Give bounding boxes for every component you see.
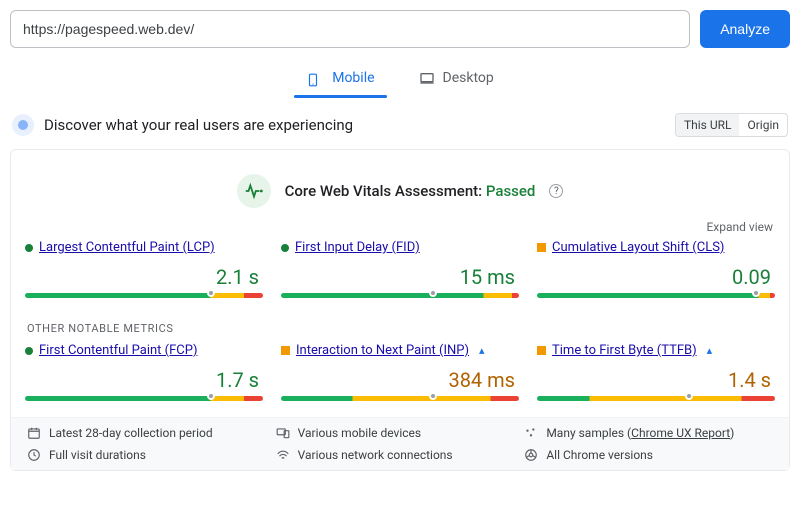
footer-period: Latest 28-day collection period: [49, 426, 213, 440]
vitals-pulse-icon: [237, 174, 271, 208]
metric-fcp-bar: [25, 396, 263, 401]
analyze-button[interactable]: Analyze: [700, 10, 790, 48]
scope-toggle: This URL Origin: [675, 113, 788, 137]
tab-desktop-label: Desktop: [443, 70, 494, 86]
metric-inp-link[interactable]: Interaction to Next Paint (INP): [296, 343, 469, 358]
metric-inp-value: 384 ms: [281, 368, 515, 392]
footer-durations: Full visit durations: [49, 448, 146, 462]
url-input[interactable]: [10, 10, 690, 48]
tab-mobile[interactable]: Mobile: [300, 62, 380, 98]
metric-cls-link[interactable]: Cumulative Layout Shift (CLS): [552, 240, 724, 255]
assessment-status: Passed: [486, 182, 536, 200]
metric-fid: First Input Delay (FID) 15 ms: [281, 240, 519, 298]
footer-network: Various network connections: [298, 448, 453, 462]
samples-icon: [524, 426, 538, 440]
crux-link[interactable]: Chrome UX Report: [631, 426, 730, 440]
vitals-panel: Core Web Vitals Assessment: Passed ? Exp…: [10, 149, 790, 471]
page-subtitle: Discover what your real users are experi…: [44, 116, 353, 134]
metric-lcp: Largest Contentful Paint (LCP) 2.1 s: [25, 240, 263, 298]
metric-inp-bar: [281, 396, 519, 401]
other-metrics-label: OTHER NOTABLE METRICS: [27, 322, 775, 335]
metric-lcp-bar: [25, 293, 263, 298]
experimental-icon: ▴: [707, 344, 713, 357]
metric-fid-value: 15 ms: [281, 265, 515, 289]
footer-samples: Many samples (Chrome UX Report): [546, 426, 734, 440]
footer-devices: Various mobile devices: [298, 426, 421, 440]
metric-ttfb-bar: [537, 396, 775, 401]
toggle-origin[interactable]: Origin: [739, 114, 787, 136]
metric-lcp-link[interactable]: Largest Contentful Paint (LCP): [39, 240, 215, 255]
toggle-this-url[interactable]: This URL: [676, 114, 740, 136]
metric-ttfb-value: 1.4 s: [537, 368, 771, 392]
assessment-text: Core Web Vitals Assessment: Passed: [285, 182, 536, 200]
device-tabs: Mobile Desktop: [0, 62, 800, 99]
devices-icon: [276, 426, 290, 440]
chrome-icon: [524, 448, 538, 462]
metric-cls-bar: [537, 293, 775, 298]
tab-mobile-label: Mobile: [332, 70, 374, 86]
metric-fcp-link[interactable]: First Contentful Paint (FCP): [39, 343, 198, 358]
metric-ttfb-link[interactable]: Time to First Byte (TTFB): [552, 343, 697, 358]
metric-inp: Interaction to Next Paint (INP) ▴ 384 ms: [281, 343, 519, 401]
status-dot-warn: [537, 243, 546, 252]
expand-view-link[interactable]: Expand view: [25, 220, 773, 234]
metric-fid-bar: [281, 293, 519, 298]
status-dot-good: [25, 347, 33, 355]
status-dot-warn: [281, 346, 290, 355]
footer-chrome: All Chrome versions: [546, 448, 653, 462]
status-dot-warn: [537, 346, 546, 355]
help-icon[interactable]: ?: [549, 184, 563, 198]
data-source-footer: Latest 28-day collection period Various …: [11, 417, 789, 470]
desktop-icon: [417, 71, 435, 85]
metric-fcp-value: 1.7 s: [25, 368, 259, 392]
metric-cls-value: 0.09: [537, 265, 771, 289]
metric-ttfb: Time to First Byte (TTFB) ▴ 1.4 s: [537, 343, 775, 401]
metric-fid-link[interactable]: First Input Delay (FID): [295, 240, 420, 255]
status-dot-good: [25, 244, 33, 252]
clock-icon: [27, 448, 41, 462]
experimental-icon: ▴: [479, 344, 485, 357]
metric-lcp-value: 2.1 s: [25, 265, 259, 289]
mobile-icon: [306, 71, 324, 85]
metric-fcp: First Contentful Paint (FCP) 1.7 s: [25, 343, 263, 401]
users-icon: [12, 114, 34, 136]
network-icon: [276, 448, 290, 462]
status-dot-good: [281, 244, 289, 252]
metric-cls: Cumulative Layout Shift (CLS) 0.09: [537, 240, 775, 298]
calendar-icon: [27, 426, 41, 440]
tab-desktop[interactable]: Desktop: [411, 62, 500, 98]
